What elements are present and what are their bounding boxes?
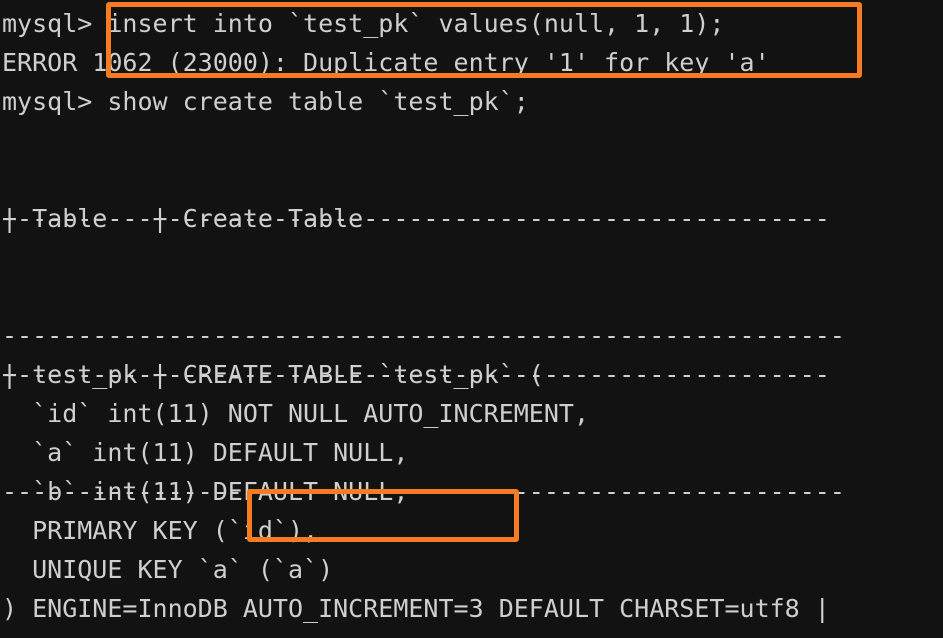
ddl-unique-key: UNIQUE KEY `a` (`a`) [2,555,334,584]
ddl-primary-key: PRIMARY KEY (`id`), [2,516,319,545]
terminal-line-insert-command: mysql> insert into `test_pk` values(null… [2,9,725,38]
ddl-column-id: `id` int(11) NOT NULL AUTO_INCREMENT, [2,399,589,428]
terminal-line-duplicate-error: ERROR 1062 (23000): Duplicate entry '1' … [2,48,770,77]
ddl-engine-options: ) ENGINE=InnoDB AUTO_INCREMENT=3 DEFAULT… [2,594,830,623]
ddl-column-a: `a` int(11) DEFAULT NULL, [2,438,409,467]
table-separator-bottom: +---------+-----------------------------… [0,628,943,638]
terminal-line-show-create-command: mysql> show create table `test_pk`; [2,87,529,116]
terminal-window[interactable]: mysql> insert into `test_pk` values(null… [0,0,943,638]
terminal-output: mysql> insert into `test_pk` values(null… [0,0,943,638]
table-separator-top: +---------+-----------------------------… [0,121,943,350]
table-separator-top-segment-2: ----------------------------------------… [2,321,845,350]
